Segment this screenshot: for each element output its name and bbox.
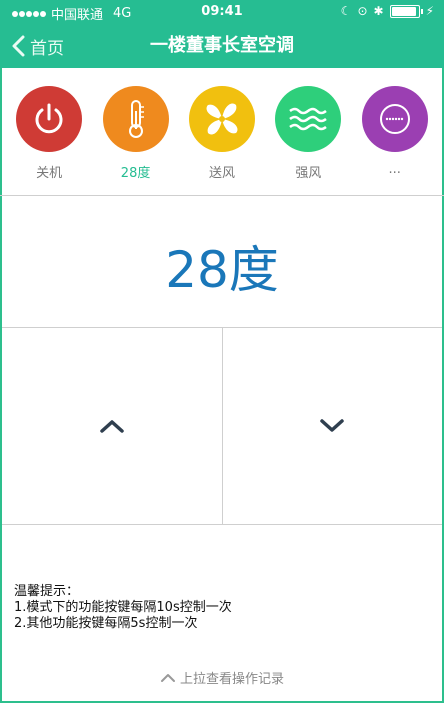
status-bar: 中国联通 4G 09:41 ☾ ⊙ ✱ ⚡ — [0, 0, 444, 24]
rotation-lock-icon: ⊙ — [357, 4, 368, 18]
battery-icon — [389, 4, 423, 18]
bluetooth-icon: ✱ — [373, 4, 384, 18]
mode-more[interactable]: ... — [357, 68, 433, 194]
pull-label: 上拉查看操作记录 — [179, 672, 284, 687]
mode-label: 送风 — [208, 166, 235, 181]
temperature-controls — [2, 327, 442, 525]
view-records-pull[interactable]: 上拉查看操作记录 — [0, 668, 444, 687]
more-icon — [361, 86, 428, 152]
mode-power-off[interactable]: 关机 — [11, 68, 87, 194]
tips-title: 温馨提示： — [14, 584, 80, 599]
fan-icon — [188, 86, 255, 152]
chevron-down-icon — [320, 419, 344, 432]
mode-label: 强风 — [295, 166, 322, 181]
thermometer-icon — [102, 86, 169, 152]
temperature-down-button[interactable] — [221, 328, 443, 524]
power-icon — [16, 86, 83, 152]
temperature-display: 28度 — [0, 196, 444, 328]
mode-fan[interactable]: 送风 — [184, 68, 260, 194]
mode-bar: 关机 28度 送风 强风 ... — [0, 68, 444, 194]
mode-label: 28度 — [120, 166, 151, 181]
temperature-up-button[interactable] — [2, 328, 222, 524]
mode-strong-wind[interactable]: 强风 — [270, 68, 346, 194]
moon-icon: ☾ — [340, 4, 352, 18]
temperature-value: 28度 — [165, 241, 279, 299]
nav-bar: 首页 一楼董事长室空调 — [0, 24, 444, 68]
page-title: 一楼董事长室空调 — [150, 35, 294, 56]
tips-line: 1.模式下的功能按键每隔10s控制一次 — [14, 600, 232, 615]
mode-temperature[interactable]: 28度 — [98, 68, 174, 194]
charging-icon: ⚡ — [425, 4, 434, 18]
chevron-up-icon — [100, 420, 124, 433]
mode-label: 关机 — [36, 166, 63, 181]
chevron-up-icon — [160, 673, 175, 682]
tips-line: 2.其他功能按键每隔5s控制一次 — [14, 616, 198, 631]
tips-panel: 温馨提示： 1.模式下的功能按键每隔10s控制一次 2.其他功能按键每隔5s控制… — [14, 584, 232, 632]
wind-icon — [275, 86, 342, 152]
mode-label: ... — [388, 162, 401, 177]
